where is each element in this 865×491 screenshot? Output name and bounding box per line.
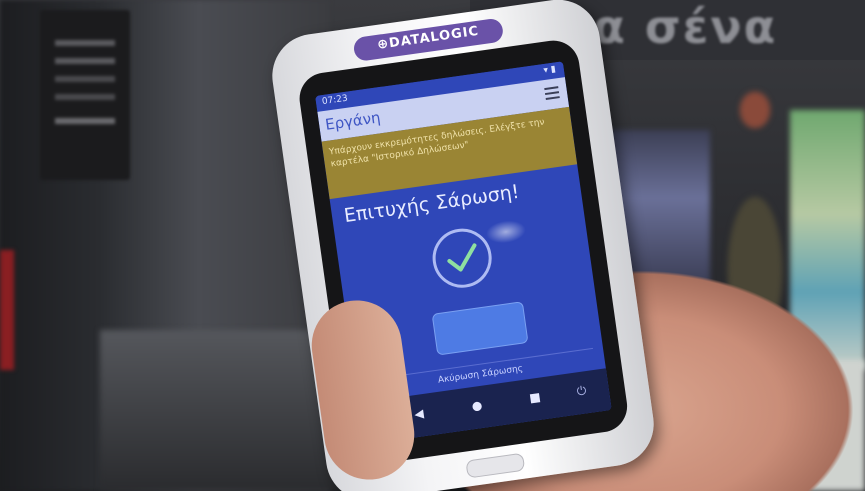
app-logo: Εργάνη xyxy=(324,108,382,134)
scan-button[interactable] xyxy=(431,301,529,356)
status-icons: ▾ ▮ xyxy=(542,64,557,77)
back-icon[interactable]: ◀ xyxy=(413,406,424,421)
status-time: 07:23 xyxy=(321,93,349,108)
screen-glare xyxy=(484,218,528,246)
power-icon[interactable]: ⏻ xyxy=(576,383,587,399)
background-red-object xyxy=(0,250,14,370)
menu-icon[interactable] xyxy=(544,86,560,100)
background-panel xyxy=(40,10,130,180)
recent-apps-icon[interactable]: ■ xyxy=(528,390,541,405)
home-icon[interactable]: ● xyxy=(471,398,483,413)
photo-scene: για σένα ⊕DATALOGIC 07:23 ▾ ▮ Εργάνη Υπά… xyxy=(0,0,865,491)
hardware-home-key[interactable] xyxy=(465,452,526,479)
